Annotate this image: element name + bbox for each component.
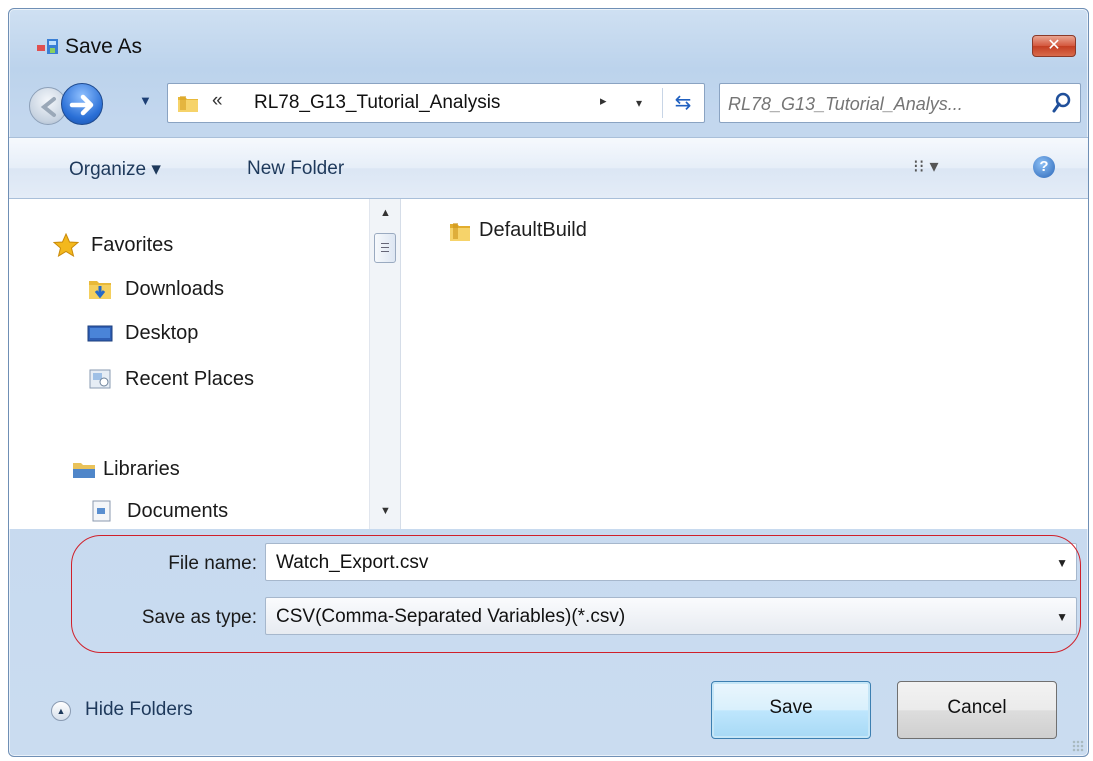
save-button[interactable]: Save: [711, 681, 871, 739]
file-name-label: File name:: [168, 553, 257, 574]
save-as-type-dropdown-icon[interactable]: ▼: [1056, 610, 1068, 624]
search-box[interactable]: [719, 83, 1081, 123]
file-list-pane: DefaultBuild: [401, 199, 1088, 529]
nav-item-label: Downloads: [125, 278, 224, 300]
overflow-chevron-icon[interactable]: «: [212, 90, 223, 112]
new-folder-button[interactable]: New Folder: [247, 158, 344, 180]
desktop-icon: [87, 325, 113, 342]
file-name-field[interactable]: Watch_Export.csv ▼: [265, 543, 1077, 581]
documents-icon: [92, 500, 111, 522]
navigation-scrollbar[interactable]: ▲ ▼: [369, 199, 401, 529]
forward-arrow-icon: [69, 94, 94, 116]
save-as-type-label: Save as type:: [141, 607, 257, 628]
nav-item-label: Desktop: [125, 322, 199, 344]
libraries-icon: [73, 463, 95, 478]
recent-locations-dropdown[interactable]: ▼: [139, 93, 152, 108]
save-as-dialog: Save As ✕ ▼ « RL78_G13_Tutorial_Analysis…: [8, 8, 1089, 757]
command-toolbar: Organize ▾ New Folder ⁝⁝ ▾ ?: [9, 137, 1088, 199]
save-as-app-icon: [37, 39, 58, 54]
chevron-up-icon: ▲: [51, 701, 71, 721]
organize-menu[interactable]: Organize ▾: [69, 158, 161, 181]
browser-content: Favorites Downloads Desktop Recent Place…: [9, 199, 1088, 529]
file-name-input[interactable]: Watch_Export.csv: [276, 552, 428, 574]
breadcrumb-path[interactable]: RL78_G13_Tutorial_Analysis: [254, 92, 500, 114]
nav-libraries-label: Libraries: [103, 458, 180, 480]
refresh-icon[interactable]: ⇆: [668, 90, 698, 116]
help-icon[interactable]: ?: [1033, 156, 1055, 178]
save-as-type-select[interactable]: CSV(Comma-Separated Variables)(*.csv) ▼: [265, 597, 1077, 635]
star-icon: [53, 233, 79, 257]
cancel-button[interactable]: Cancel: [897, 681, 1057, 739]
hide-folders-label: Hide Folders: [85, 699, 193, 720]
nav-favorites-label: Favorites: [91, 234, 174, 256]
search-input[interactable]: [728, 92, 1048, 116]
title-bar: [9, 9, 1088, 49]
recent-places-icon: [89, 369, 111, 389]
scroll-down-icon[interactable]: ▼: [380, 505, 391, 517]
folder-icon: [178, 96, 198, 112]
search-icon[interactable]: [1052, 92, 1072, 114]
forward-button[interactable]: [61, 83, 103, 125]
change-view-icon[interactable]: ⁝⁝ ▾: [913, 156, 938, 177]
nav-item-label: Documents: [127, 500, 229, 522]
file-name-dropdown-icon[interactable]: ▼: [1056, 556, 1068, 570]
address-separator: [662, 88, 663, 118]
window-title: Save As: [65, 35, 143, 58]
navigation-pane: Favorites Downloads Desktop Recent Place…: [9, 199, 369, 529]
address-dropdown-icon[interactable]: ▾: [636, 96, 642, 110]
downloads-icon: [89, 281, 111, 299]
nav-item-label: Recent Places: [125, 368, 254, 390]
breadcrumb-arrow-icon[interactable]: ▸: [600, 93, 607, 109]
scroll-up-icon[interactable]: ▲: [380, 207, 391, 219]
file-item-label: DefaultBuild: [479, 219, 587, 241]
close-button[interactable]: ✕: [1032, 35, 1076, 57]
scroll-thumb[interactable]: [374, 233, 396, 263]
address-bar[interactable]: « RL78_G13_Tutorial_Analysis ▸ ▾ ⇆: [167, 83, 705, 123]
folder-icon: [450, 223, 470, 241]
save-as-type-value: CSV(Comma-Separated Variables)(*.csv): [276, 606, 626, 627]
resize-grip[interactable]: [1072, 740, 1084, 752]
